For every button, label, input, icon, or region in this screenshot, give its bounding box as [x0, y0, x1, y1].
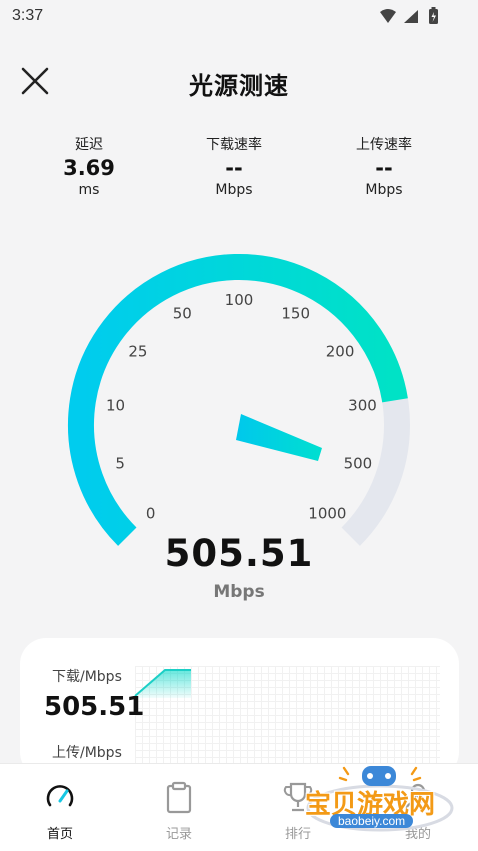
- nav-records-label: 记录: [165, 827, 192, 842]
- download-rate-unit: Mbps: [215, 182, 253, 198]
- speed-gauge: 0 5 10 25 50 100 150 200 300 500 1000: [68, 254, 410, 546]
- gauge-tick-label: 100: [225, 291, 254, 309]
- download-rate-label: 下载速率: [206, 137, 262, 153]
- latency-stat: 延迟 3.69 ms: [24, 134, 154, 198]
- upload-rate-value: --: [375, 156, 393, 180]
- battery-icon: [429, 7, 438, 24]
- nav-home[interactable]: 首页: [20, 780, 100, 842]
- gauge-tick-label: 300: [348, 396, 377, 414]
- gauge-tick-labels: 0 5 10 25 50 100 150 200 300 500 1000: [106, 291, 377, 522]
- latency-unit: ms: [78, 182, 100, 198]
- watermark-url: baobeiy.com: [330, 814, 414, 828]
- status-bar: 3:37: [0, 0, 478, 34]
- gauge-tick-label: 1000: [308, 504, 346, 522]
- gauge-tick-label: 0: [146, 504, 156, 522]
- latency-value: 3.69: [63, 156, 115, 180]
- gauge-tick-label: 10: [106, 396, 125, 414]
- download-rate-value: --: [225, 156, 243, 180]
- wifi-icon: [380, 9, 396, 23]
- nav-home-label: 首页: [46, 827, 73, 842]
- gauge-tick-label: 150: [281, 305, 310, 323]
- latency-label: 延迟: [75, 137, 103, 153]
- gauge-tick-label: 500: [344, 455, 373, 473]
- gauge-needle: [236, 414, 322, 461]
- gauge-tick-label: 5: [115, 455, 125, 473]
- nav-records[interactable]: 记录: [139, 780, 219, 842]
- page-title: 光源测速: [189, 72, 289, 100]
- download-chart-label: 下载/Mbps: [52, 669, 122, 685]
- gauge-tick-label: 25: [128, 343, 147, 361]
- gauge-tick-label: 50: [173, 305, 192, 323]
- status-time: 3:37: [12, 7, 44, 24]
- upload-stat: 上传速率 -- Mbps: [319, 134, 449, 198]
- upload-rate-unit: Mbps: [365, 182, 403, 198]
- signal-icon: [404, 10, 418, 23]
- download-stat: 下载速率 -- Mbps: [169, 134, 299, 198]
- clipboard-icon: [166, 781, 192, 814]
- download-chart-value: 505.51: [44, 692, 145, 722]
- gauge-tick-label: 200: [326, 343, 355, 361]
- upload-rate-label: 上传速率: [356, 137, 412, 153]
- status-icons: [380, 7, 438, 24]
- speed-unit: Mbps: [213, 582, 265, 602]
- upload-chart-label: 上传/Mbps: [52, 745, 122, 761]
- speed-value: 505.51: [164, 532, 314, 575]
- speedometer-icon: [46, 785, 74, 807]
